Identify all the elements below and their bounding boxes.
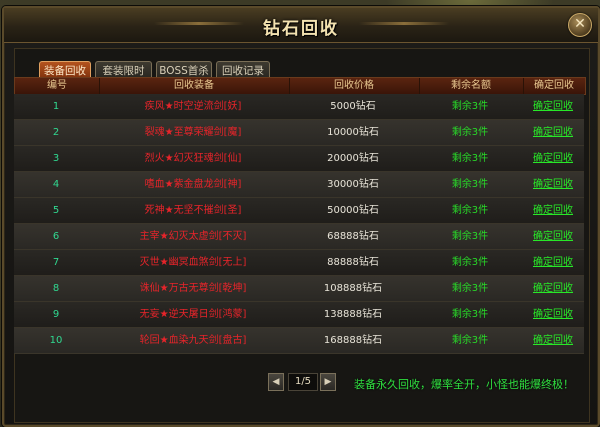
confirm-recycle-link[interactable]: 确定回收 xyxy=(522,198,584,223)
row-item-name: 无妄★逆天屠日剑[鸿蒙] xyxy=(139,309,247,320)
row-price: 88888钻石 xyxy=(327,257,379,268)
table-row: 7 灭世★幽冥血煞剑[无上] 88888钻石 剩余3件 确定回收 xyxy=(14,250,584,276)
row-price: 108888钻石 xyxy=(323,283,383,294)
confirm-recycle-link[interactable]: 确定回收 xyxy=(522,302,584,327)
row-item-name: 灭世★幽冥血煞剑[无上] xyxy=(139,257,247,268)
window-title: 钻石回收 xyxy=(263,19,339,39)
row-item-name: 嗜血★紫金盘龙剑[神] xyxy=(144,179,242,190)
table-row: 8 诛仙★万古无尊剑[乾坤] 108888钻石 剩余3件 确定回收 xyxy=(14,276,584,302)
row-remaining: 剩余3件 xyxy=(451,127,489,138)
row-remaining: 剩余3件 xyxy=(451,257,489,268)
row-id: 4 xyxy=(52,179,60,190)
confirm-recycle-link[interactable]: 确定回收 xyxy=(522,224,584,249)
row-price: 50000钻石 xyxy=(327,205,379,216)
close-icon[interactable]: ✕ xyxy=(568,13,592,37)
row-remaining: 剩余3件 xyxy=(451,231,489,242)
row-remaining: 剩余3件 xyxy=(451,283,489,294)
row-price: 138888钻石 xyxy=(323,309,383,320)
confirm-recycle-link[interactable]: 确定回收 xyxy=(522,328,584,353)
row-price: 20000钻石 xyxy=(327,153,379,164)
table-row: 3 烈火★幻灭狂魂剑[仙] 20000钻石 剩余3件 确定回收 xyxy=(14,146,584,172)
prev-page-icon[interactable]: ◀ xyxy=(268,373,284,391)
row-item-name: 裂魂★至尊荣耀剑[魔] xyxy=(144,127,242,138)
row-id: 5 xyxy=(52,205,60,216)
column-header-action: 确定回收 xyxy=(534,80,574,91)
row-price: 5000钻石 xyxy=(330,101,376,112)
table-row: 2 裂魂★至尊荣耀剑[魔] 10000钻石 剩余3件 确定回收 xyxy=(14,120,584,146)
row-item-name: 诛仙★万古无尊剑[乾坤] xyxy=(139,283,247,294)
row-remaining: 剩余3件 xyxy=(451,153,489,164)
column-header-price: 回收价格 xyxy=(289,78,420,94)
row-id: 8 xyxy=(52,283,60,294)
table-header: 编号 回收装备 回收价格 剩余名额 确定回收 xyxy=(14,77,586,95)
confirm-recycle-link[interactable]: 确定回收 xyxy=(522,276,584,301)
row-remaining: 剩余3件 xyxy=(451,205,489,216)
row-price: 168888钻石 xyxy=(323,335,383,346)
table-row: 4 嗜血★紫金盘龙剑[神] 30000钻石 剩余3件 确定回收 xyxy=(14,172,584,198)
table-row: 10 轮回★血染九天剑[盘古] 168888钻石 剩余3件 确定回收 xyxy=(14,328,584,354)
row-price: 10000钻石 xyxy=(327,127,379,138)
row-price: 68888钻石 xyxy=(327,231,379,242)
confirm-recycle-link[interactable]: 确定回收 xyxy=(522,172,584,197)
table-row: 6 主宰★幻灭太虚剑[不灭] 68888钻石 剩余3件 确定回收 xyxy=(14,224,584,250)
confirm-recycle-link[interactable]: 确定回收 xyxy=(522,94,584,119)
row-id: 9 xyxy=(52,309,60,320)
confirm-recycle-link[interactable]: 确定回收 xyxy=(522,120,584,145)
row-remaining: 剩余3件 xyxy=(451,179,489,190)
confirm-recycle-link[interactable]: 确定回收 xyxy=(522,146,584,171)
row-item-name: 烈火★幻灭狂魂剑[仙] xyxy=(144,153,242,164)
table-row: 5 死神★无坚不摧剑[圣] 50000钻石 剩余3件 确定回收 xyxy=(14,198,584,224)
row-id: 1 xyxy=(52,101,60,112)
table-row: 1 疾风★时空逆流剑[妖] 5000钻石 剩余3件 确定回收 xyxy=(14,94,584,120)
table-row: 9 无妄★逆天屠日剑[鸿蒙] 138888钻石 剩余3件 确定回收 xyxy=(14,302,584,328)
next-page-icon[interactable]: ▶ xyxy=(320,373,336,391)
row-price: 30000钻石 xyxy=(327,179,379,190)
confirm-recycle-link[interactable]: 确定回收 xyxy=(522,250,584,275)
row-id: 6 xyxy=(52,231,60,242)
row-item-name: 疾风★时空逆流剑[妖] xyxy=(144,101,242,112)
row-item-name: 主宰★幻灭太虚剑[不灭] xyxy=(139,231,247,242)
column-header-id: 编号 xyxy=(15,78,100,94)
promo-text: 装备永久回收，爆率全开，小怪也能爆终极！ xyxy=(354,378,574,391)
column-header-remaining: 剩余名额 xyxy=(419,78,524,94)
page-indicator: 1/5 xyxy=(288,373,318,391)
row-id: 7 xyxy=(52,257,60,268)
column-header-item: 回收装备 xyxy=(99,78,290,94)
row-id: 10 xyxy=(49,335,63,346)
title-bar: 钻石回收 ✕ xyxy=(4,8,598,43)
row-remaining: 剩余3件 xyxy=(451,101,489,112)
row-item-name: 轮回★血染九天剑[盘古] xyxy=(139,335,247,346)
row-id: 3 xyxy=(52,153,60,164)
row-remaining: 剩余3件 xyxy=(451,335,489,346)
row-id: 2 xyxy=(52,127,60,138)
row-remaining: 剩余3件 xyxy=(451,309,489,320)
row-item-name: 死神★无坚不摧剑[圣] xyxy=(144,205,242,216)
